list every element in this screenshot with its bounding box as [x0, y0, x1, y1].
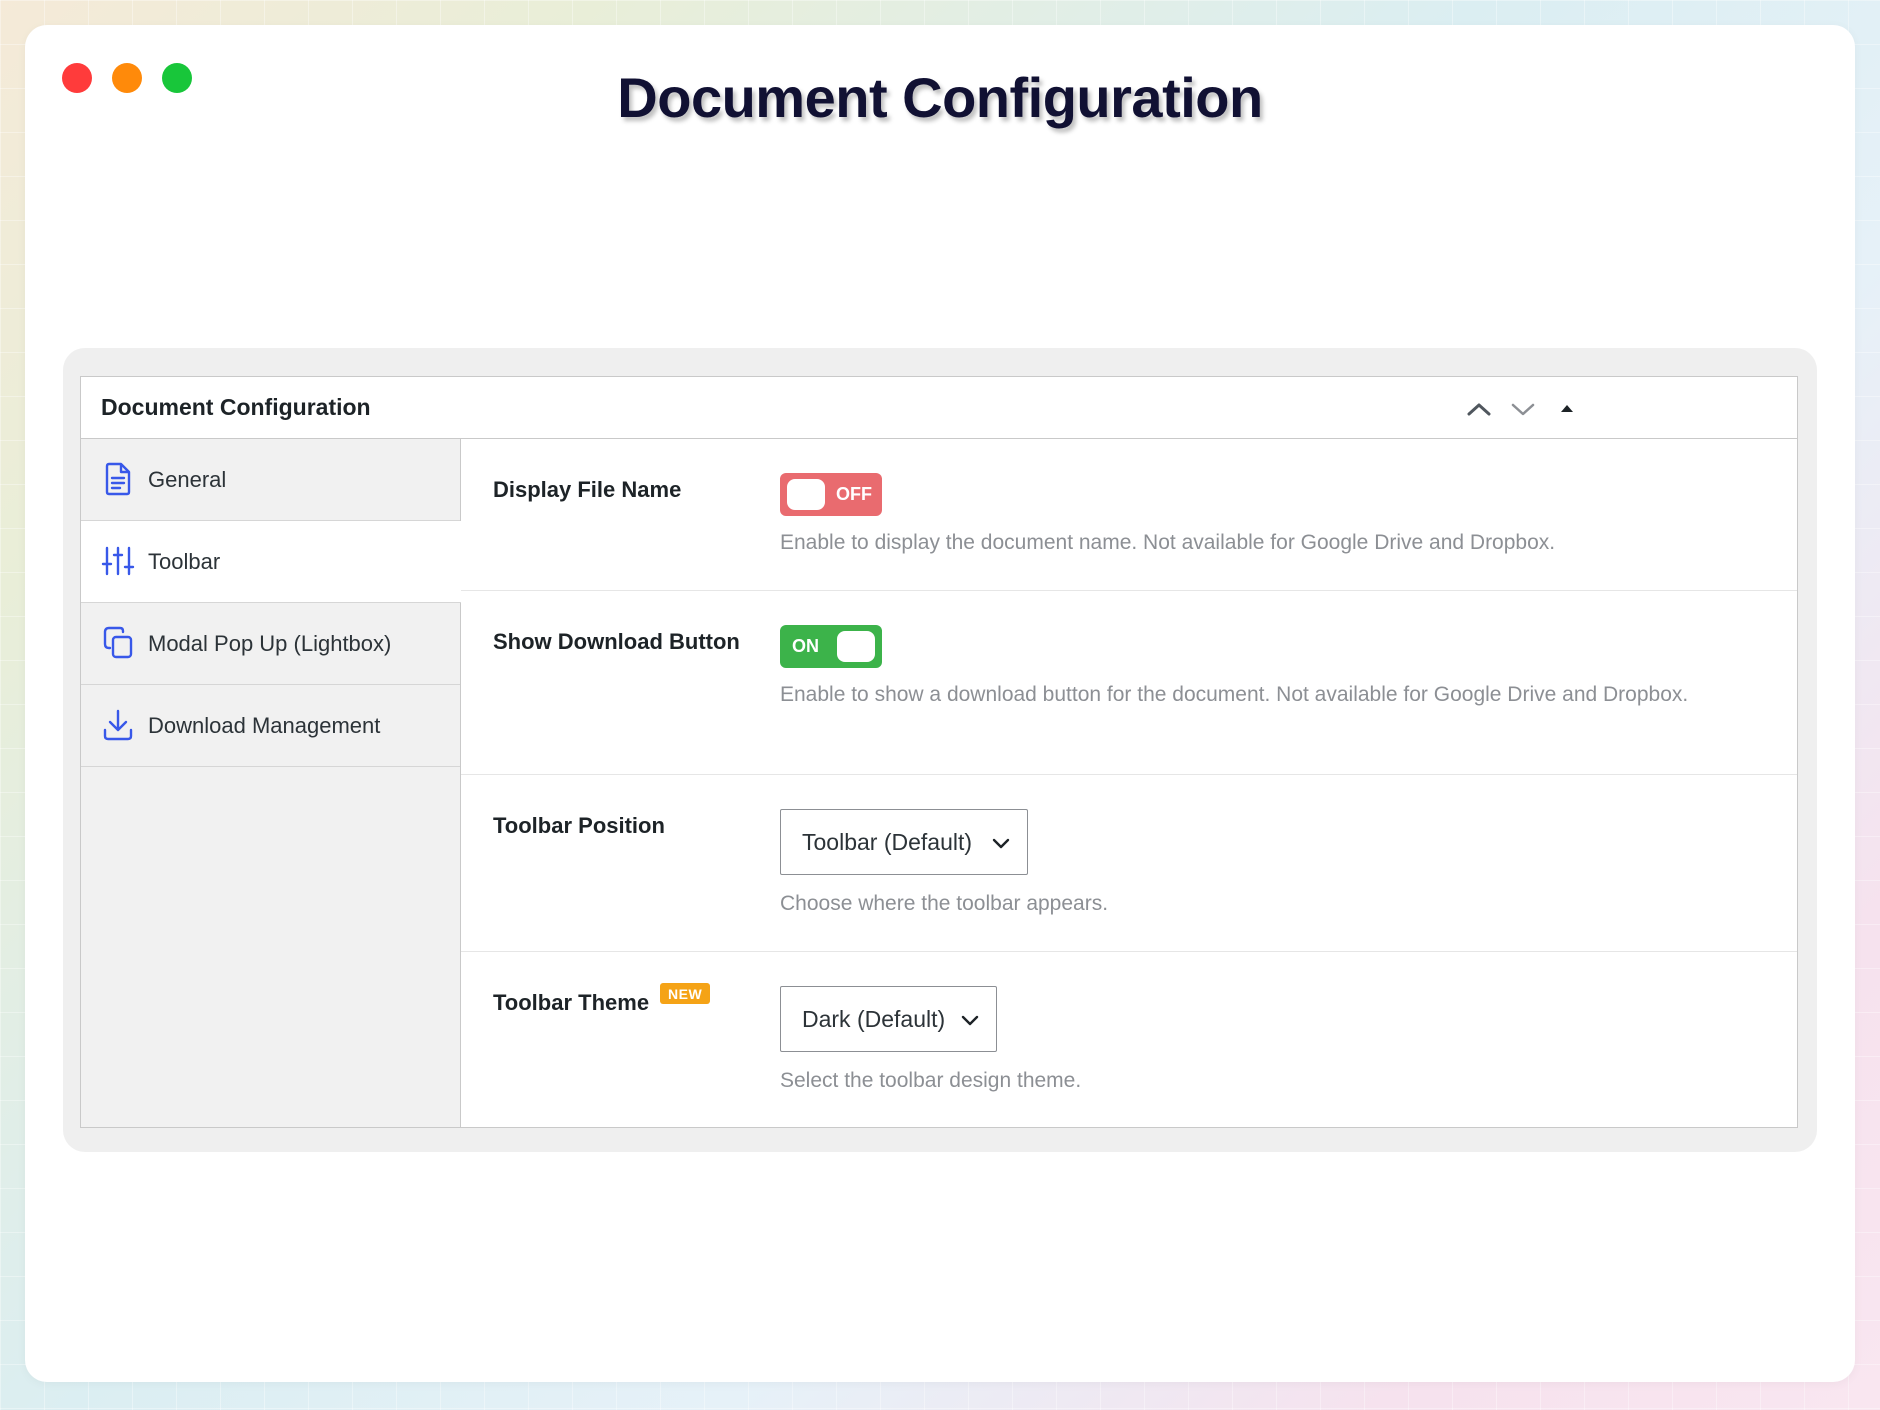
sidebar-item-general[interactable]: General	[81, 439, 460, 521]
setting-row-toolbar-position: Toolbar Position Toolbar (Default) Choos…	[461, 775, 1797, 952]
toggle-state-label: OFF	[836, 484, 872, 504]
sidebar-item-label: Toolbar	[148, 548, 221, 574]
document-icon	[101, 461, 135, 497]
move-up-button[interactable]	[1465, 397, 1493, 421]
setting-description: Enable to display the document name. Not…	[780, 531, 1556, 554]
sidebar-item-download-management[interactable]: Download Management	[81, 685, 460, 767]
setting-label-text: Toolbar Theme	[493, 990, 650, 1015]
toolbar-theme-select[interactable]: Dark (Default)	[780, 986, 997, 1052]
app-window: Document Configuration Document Configur…	[25, 25, 1855, 1382]
setting-row-display-file-name: Display File Name OFF Enable to display …	[461, 439, 1797, 591]
setting-description: Choose where the toolbar appears.	[780, 892, 1109, 915]
triangle-up-icon	[1553, 397, 1581, 421]
config-panel: Document Configuration General Toolbar M…	[80, 376, 1798, 1128]
toggle-state-label: ON	[792, 636, 819, 656]
settings-content: Display File Name OFF Enable to display …	[461, 439, 1797, 1127]
new-badge: NEW	[660, 983, 711, 1004]
window-title: Document Configuration	[617, 66, 1263, 129]
toggle-knob	[837, 631, 875, 662]
sidebar-item-label: Download Management	[148, 712, 381, 738]
sidebar-item-label: Modal Pop Up (Lightbox)	[148, 630, 392, 656]
select-value: Toolbar (Default)	[802, 829, 973, 855]
chevron-down-icon	[961, 1014, 979, 1026]
sidebar-item-modal-popup[interactable]: Modal Pop Up (Lightbox)	[81, 603, 460, 685]
setting-label: Toolbar Theme NEW	[493, 983, 711, 1016]
select-value: Dark (Default)	[802, 1006, 946, 1032]
collapse-panel-button[interactable]	[1553, 397, 1581, 421]
chevron-up-icon	[1465, 397, 1493, 421]
chevron-down-icon	[1509, 397, 1537, 421]
toolbar-position-select[interactable]: Toolbar (Default)	[780, 809, 1028, 875]
setting-label: Display File Name	[493, 477, 682, 502]
panel-header: Document Configuration	[81, 377, 1797, 439]
sidebar-item-label: General	[148, 466, 227, 492]
toggle-knob	[787, 479, 825, 510]
sliders-icon	[101, 543, 135, 579]
setting-label: Toolbar Position	[493, 813, 665, 838]
sidebar-item-toolbar[interactable]: Toolbar	[81, 521, 461, 603]
setting-description: Enable to show a download button for the…	[780, 683, 1689, 706]
move-down-button[interactable]	[1509, 397, 1537, 421]
settings-container: Document Configuration General Toolbar M…	[63, 348, 1817, 1152]
panel-title: Document Configuration	[101, 394, 371, 420]
settings-sidebar: General Toolbar Modal Pop Up (Lightbox)	[81, 439, 461, 1127]
setting-row-show-download-button: Show Download Button ON Enable to show a…	[461, 591, 1797, 775]
setting-label: Show Download Button	[493, 629, 740, 654]
setting-description: Select the toolbar design theme.	[780, 1069, 1082, 1092]
setting-row-toolbar-theme: Toolbar Theme NEW Dark (Default) Select …	[461, 952, 1797, 1127]
download-icon	[101, 707, 135, 743]
chevron-down-icon	[992, 837, 1010, 849]
show-download-button-toggle[interactable]: ON	[780, 625, 882, 668]
display-file-name-toggle[interactable]: OFF	[780, 473, 882, 516]
copy-icon	[101, 625, 135, 661]
